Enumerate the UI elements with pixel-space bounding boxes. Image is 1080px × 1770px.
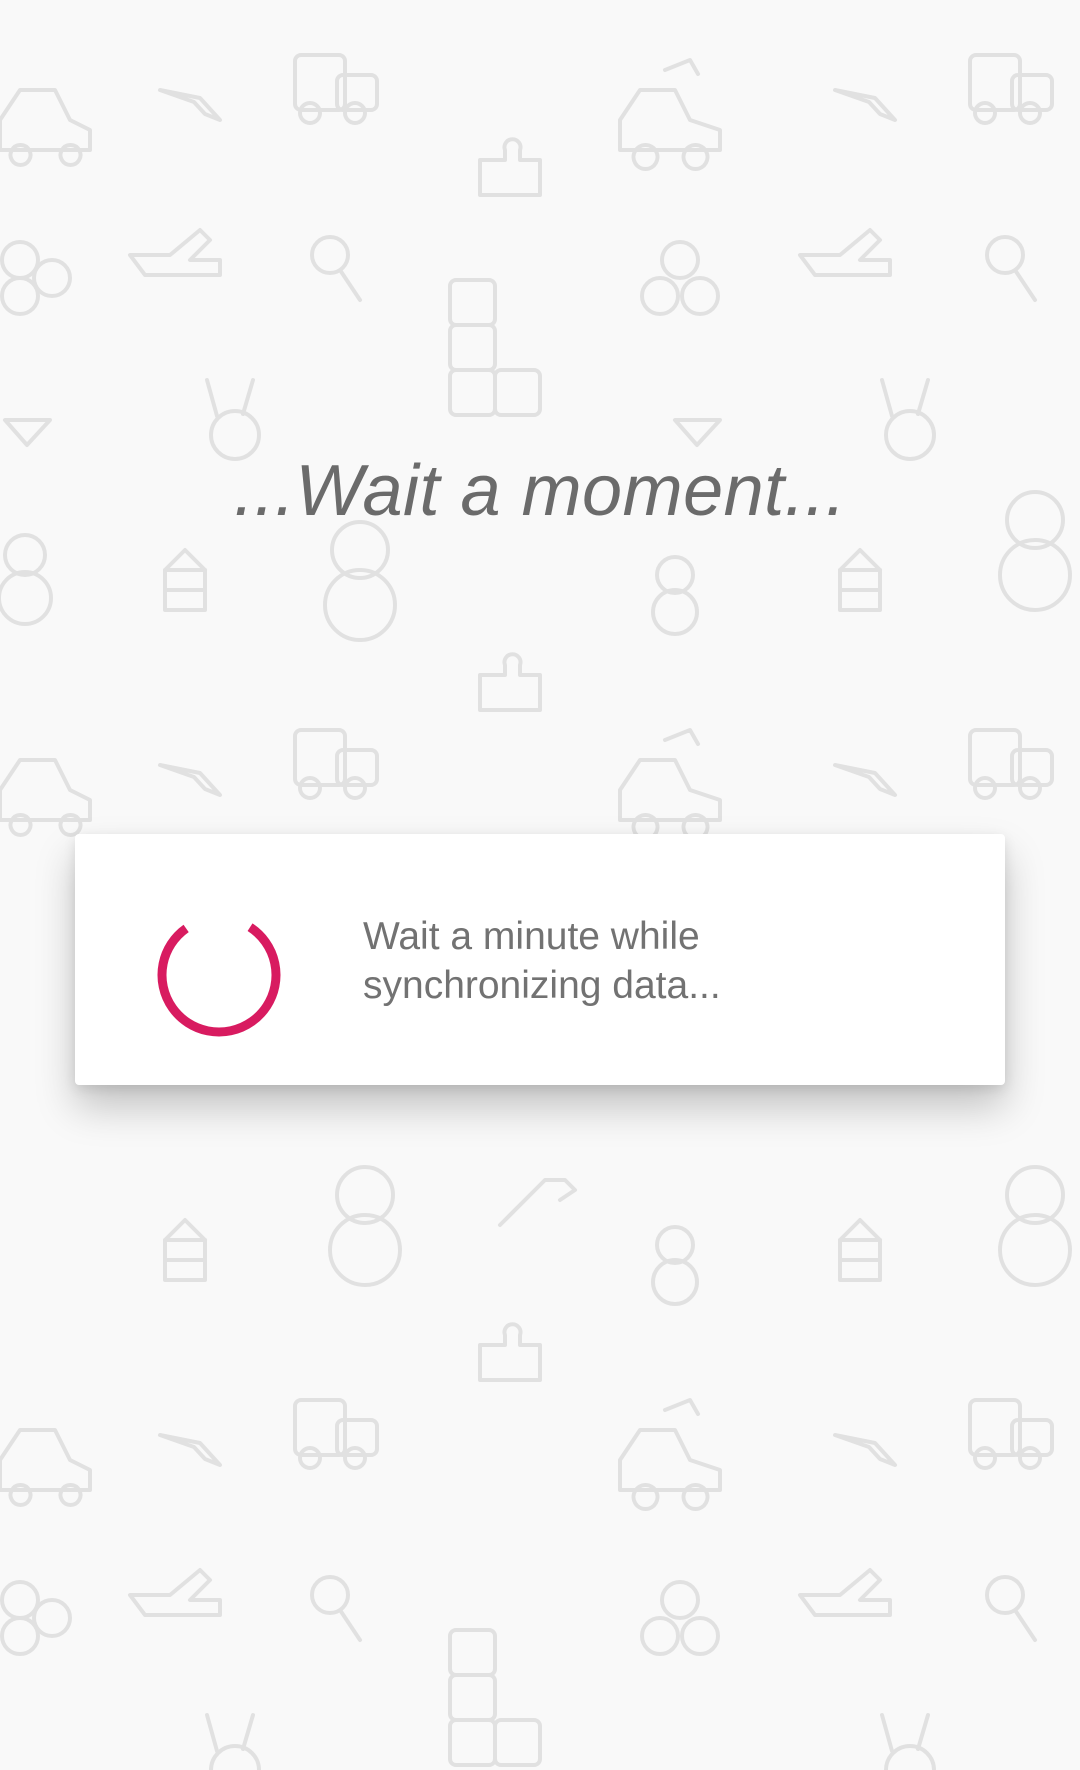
page-title: ...Wait a moment... bbox=[233, 451, 847, 531]
progress-message-line-1: Wait a minute while bbox=[363, 915, 700, 958]
progress-message-line-2: synchronizing data... bbox=[363, 964, 721, 1007]
progress-message: Wait a minute while synchronizing data..… bbox=[363, 912, 923, 1010]
loading-spinner-icon bbox=[157, 913, 281, 1037]
